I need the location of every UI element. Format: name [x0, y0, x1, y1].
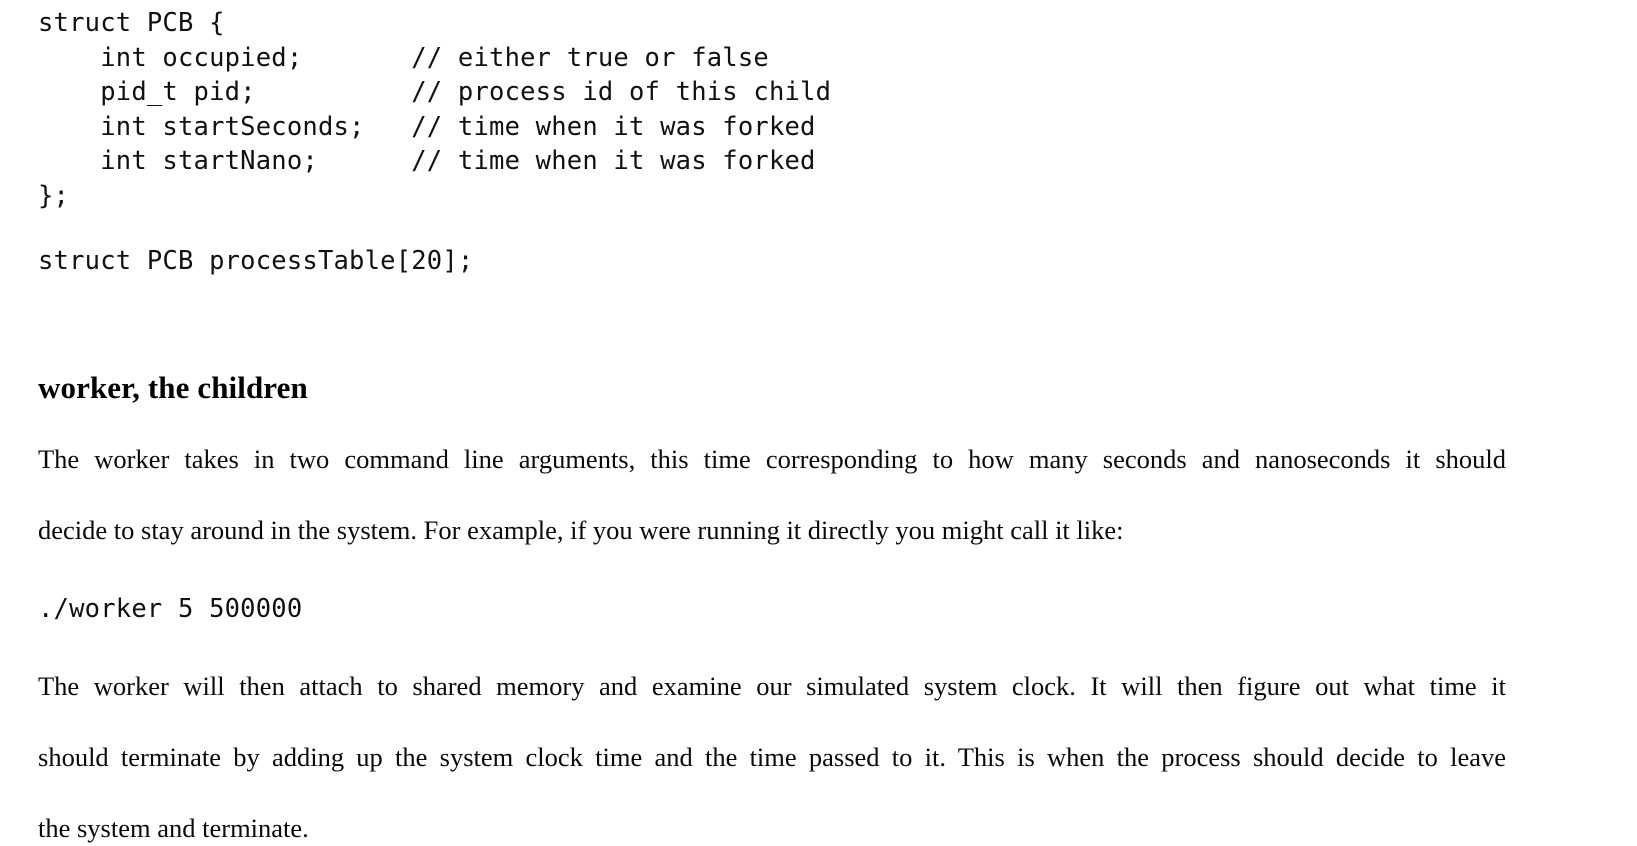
- code-line: struct PCB processTable[20];: [38, 245, 474, 276]
- code-line: int startSeconds; // time when it was fo…: [38, 111, 816, 142]
- code-block-struct-pcb: struct PCB { int occupied; // either tru…: [38, 0, 1597, 214]
- section-heading-worker: worker, the children: [38, 370, 308, 406]
- paragraph-worker-behavior: The worker will then attach to shared me…: [38, 627, 1506, 846]
- paragraph-line: the system and terminate.: [38, 812, 309, 843]
- code-line: };: [38, 180, 70, 211]
- paragraph-line: The worker takes in two command line arg…: [38, 444, 1506, 475]
- code-line: struct PCB {: [38, 8, 225, 38]
- code-line: ./worker 5 500000: [38, 594, 303, 625]
- code-line: int occupied; // either true or false: [38, 42, 769, 73]
- document-page: struct PCB { int occupied; // either tru…: [0, 0, 1637, 843]
- code-block-process-table: struct PCB processTable[20];: [38, 214, 1597, 279]
- paragraph-line: decide to stay around in the system. For…: [38, 514, 1124, 545]
- paragraph-worker-arguments: The worker takes in two command line arg…: [38, 406, 1506, 548]
- paragraph-line: The worker will then attach to shared me…: [38, 670, 1506, 701]
- paragraph-line: should terminate by adding up the system…: [38, 741, 1506, 772]
- code-line: pid_t pid; // process id of this child: [38, 77, 832, 108]
- code-line: int startNano; // time when it was forke…: [38, 146, 816, 177]
- code-block-command-example: ./worker 5 500000: [38, 548, 1597, 627]
